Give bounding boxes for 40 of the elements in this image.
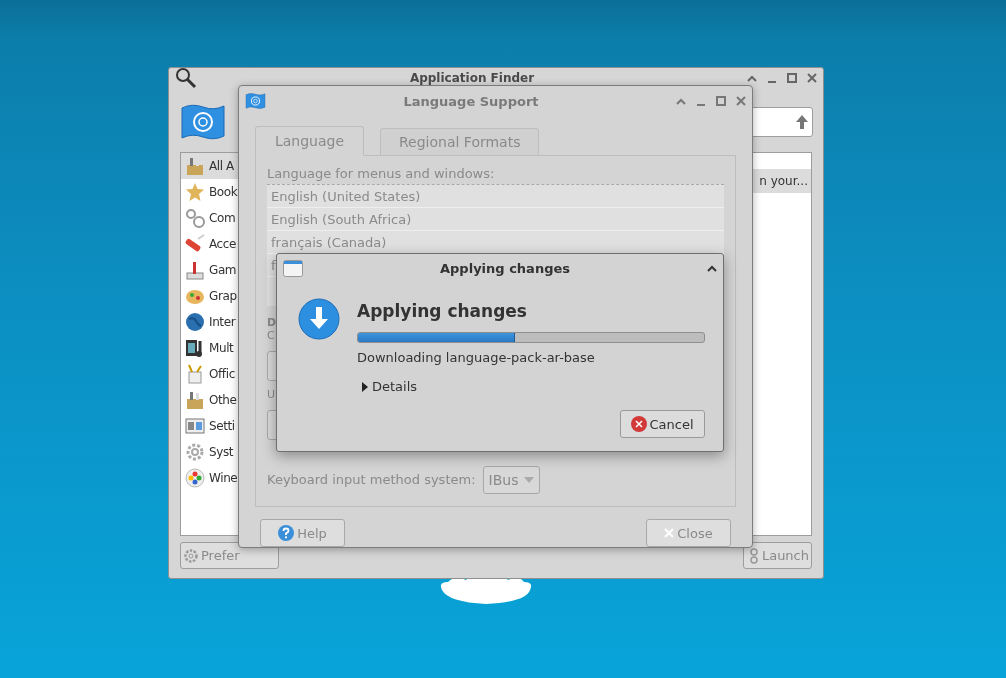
gear-icon <box>184 441 206 463</box>
gear-icon <box>183 547 199 564</box>
window-title: Application Finder <box>408 71 536 85</box>
joystick-icon <box>184 259 206 281</box>
search-field[interactable] <box>750 107 813 137</box>
gears-icon <box>184 207 206 229</box>
flag-icon <box>180 102 226 142</box>
field-label: Keyboard input method system: <box>267 472 476 488</box>
download-icon <box>298 298 340 340</box>
section-text: C <box>267 329 276 343</box>
cancel-button[interactable]: Cancel <box>620 410 705 438</box>
details-expander[interactable]: Details <box>361 379 418 394</box>
list-label: Language for menus and windows: <box>267 166 496 182</box>
dialog-heading: Applying changes <box>357 300 528 322</box>
result-row[interactable]: n your... <box>753 169 811 193</box>
help-icon <box>278 525 295 541</box>
search-icon <box>175 67 197 89</box>
expander-icon <box>361 381 369 392</box>
dropdown-icon <box>523 477 534 483</box>
status-text: Downloading language-pack-ar-base <box>357 350 596 366</box>
panel-icon <box>184 415 206 437</box>
toolbox-icon <box>184 389 206 411</box>
star-icon <box>184 181 206 203</box>
cancel-icon <box>631 416 648 432</box>
close-icon[interactable] <box>807 73 817 83</box>
toolbox-icon <box>184 155 206 177</box>
maximize-icon[interactable] <box>787 73 797 83</box>
caret-icon[interactable] <box>707 265 717 272</box>
caret-icon[interactable] <box>747 74 757 82</box>
window-icon <box>283 260 303 277</box>
up-arrow-icon <box>796 115 808 129</box>
close-icon <box>664 528 675 538</box>
gears-icon <box>747 547 760 564</box>
section-heading: D <box>267 316 278 329</box>
globe-icon <box>184 311 206 333</box>
category-item[interactable]: All A <box>181 153 239 179</box>
flag-icon <box>245 92 266 110</box>
section-text: U <box>267 388 277 402</box>
window-title: Language Support <box>402 93 540 109</box>
window-title: Applying changes <box>439 261 571 276</box>
